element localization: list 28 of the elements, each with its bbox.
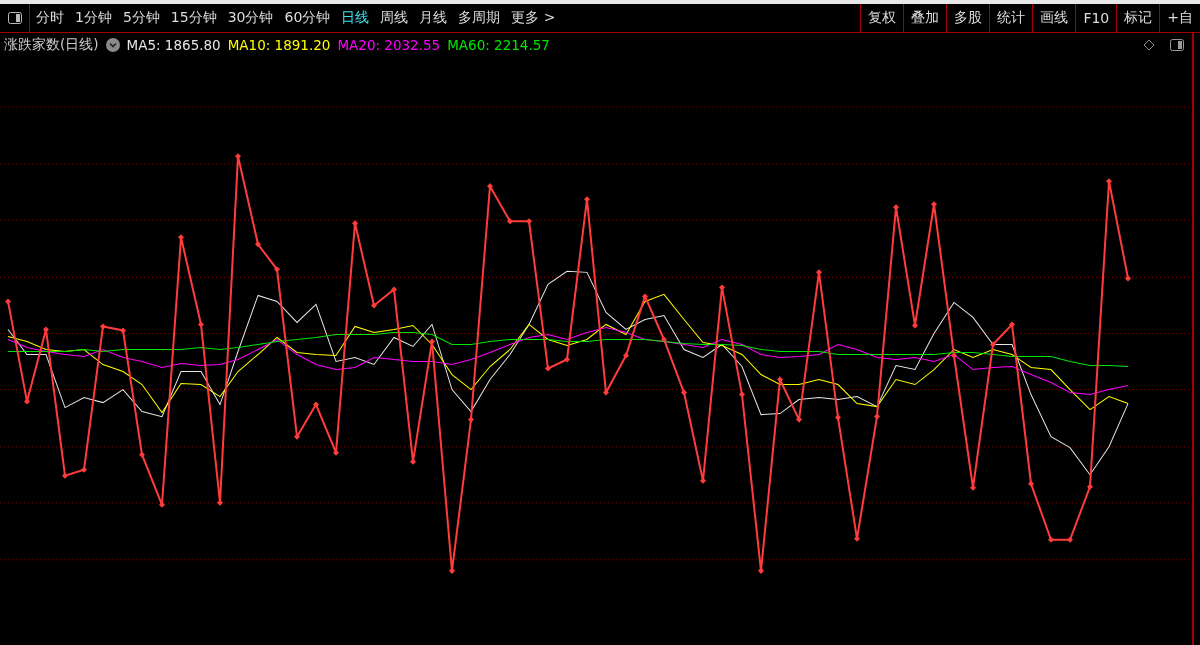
- ma-value: MA10: 1891.20: [227, 37, 331, 53]
- period-tab[interactable]: 30分钟: [227, 9, 274, 27]
- period-tab[interactable]: 60分钟: [284, 9, 331, 27]
- dropdown-icon[interactable]: [105, 38, 120, 52]
- more-button[interactable]: 更多 >: [511, 9, 556, 27]
- period-tab[interactable]: 多周期: [458, 9, 501, 27]
- indicator-title: 涨跌家数(日线): [4, 36, 99, 54]
- toolbar-button[interactable]: F10: [1075, 4, 1117, 32]
- diamond-icon[interactable]: [1143, 39, 1155, 51]
- ma-value: MA60: 2214.57: [447, 37, 550, 53]
- toolbar-button[interactable]: +自: [1159, 4, 1200, 32]
- period-tab[interactable]: 周线: [380, 9, 409, 27]
- toolbar-button[interactable]: 叠加: [903, 4, 947, 32]
- panel-toggle-icon: [7, 12, 22, 24]
- period-tab[interactable]: 分时: [36, 9, 64, 27]
- toolbar-button[interactable]: 多股: [946, 4, 990, 32]
- toolbar-button[interactable]: 复权: [860, 4, 904, 32]
- period-tab[interactable]: 1分钟: [75, 9, 112, 27]
- period-tab[interactable]: 月线: [419, 9, 448, 27]
- ma-value: MA5: 1865.80: [126, 37, 221, 53]
- panel-toggle-icon[interactable]: [1170, 39, 1184, 51]
- ma-value: MA20: 2032.55: [337, 37, 441, 53]
- toolbar-button[interactable]: 标记: [1116, 4, 1160, 32]
- period-tab[interactable]: 15分钟: [170, 9, 217, 27]
- period-tab[interactable]: 日线: [341, 9, 370, 27]
- toolbar-button[interactable]: 画线: [1032, 4, 1076, 32]
- toolbar-button[interactable]: 统计: [989, 4, 1033, 32]
- period-tab[interactable]: 5分钟: [122, 9, 160, 27]
